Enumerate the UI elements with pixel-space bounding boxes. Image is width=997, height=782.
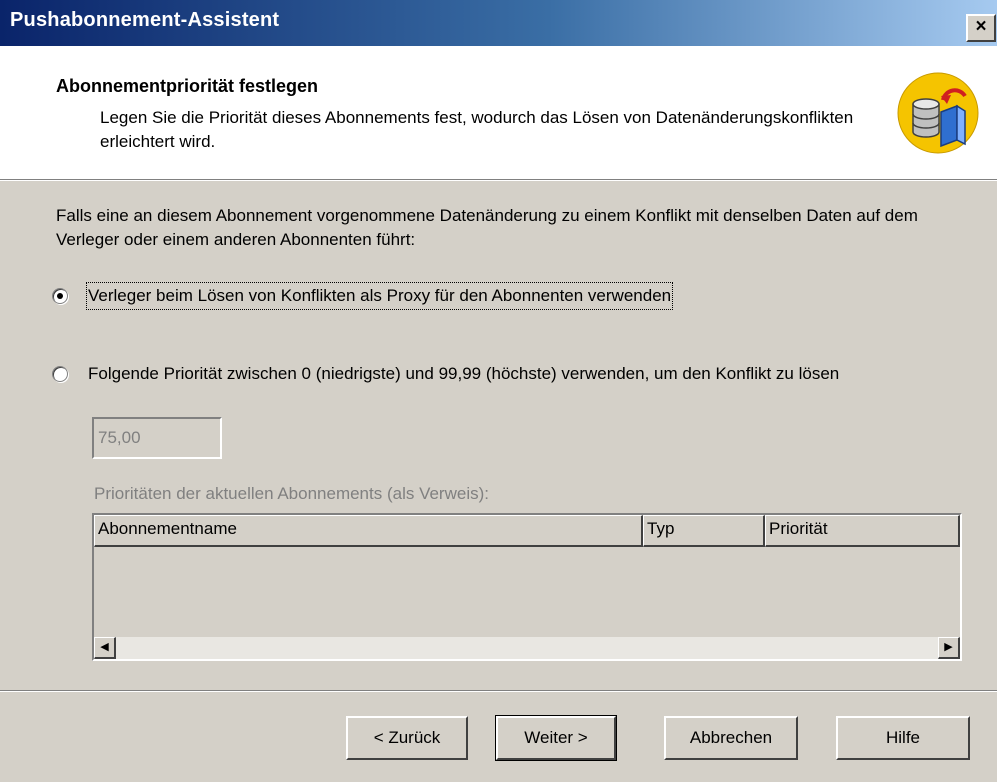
subscription-priority-list[interactable]: Abonnementname Typ Priorität ◀ ▶ (92, 513, 962, 661)
priority-option[interactable]: Folgende Priorität zwischen 0 (niedrigst… (52, 362, 942, 386)
wizard-header: Abonnementpriorität festlegen Legen Sie … (0, 46, 997, 179)
proxy-option-label[interactable]: Verleger beim Lösen von Konflikten als P… (85, 282, 674, 310)
close-button[interactable]: × (966, 14, 996, 42)
scroll-left-button[interactable]: ◀ (94, 637, 116, 659)
proxy-option[interactable]: Verleger beim Lösen von Konflikten als P… (52, 282, 674, 310)
page-title: Abonnementpriorität festlegen (56, 76, 319, 96)
arrow-left-icon: ◀ (100, 641, 109, 653)
radio-dot-icon (57, 293, 63, 299)
priority-input[interactable] (92, 417, 222, 459)
priority-option-label[interactable]: Folgende Priorität zwischen 0 (niedrigst… (88, 362, 938, 386)
column-subscription-name[interactable]: Abonnementname (94, 515, 643, 547)
back-button[interactable]: < Zurück (346, 716, 468, 760)
scroll-right-button[interactable]: ▶ (938, 637, 960, 659)
priority-radio[interactable] (52, 366, 68, 382)
footer-divider (0, 690, 997, 692)
header-divider (0, 179, 997, 181)
list-header: Abonnementname Typ Priorität (94, 515, 960, 547)
help-button[interactable]: Hilfe (836, 716, 970, 760)
page-description: Legen Sie die Priorität dieses Abonnemen… (100, 108, 854, 151)
intro-text: Falls eine an diesem Abonnement vorgenom… (56, 206, 918, 249)
column-type[interactable]: Typ (643, 515, 765, 547)
arrow-right-icon: ▶ (944, 641, 953, 653)
proxy-radio[interactable] (52, 288, 68, 304)
cancel-button[interactable]: Abbrechen (664, 716, 798, 760)
column-priority[interactable]: Priorität (765, 515, 960, 547)
database-merge-icon (897, 72, 979, 154)
title-bar: Pushabonnement-Assistent × (0, 0, 997, 46)
close-icon: × (975, 16, 987, 37)
next-button[interactable]: Weiter > (495, 715, 617, 761)
reference-list-label: Prioritäten der aktuellen Abonnements (a… (94, 484, 489, 503)
window-title: Pushabonnement-Assistent (10, 9, 280, 31)
horizontal-scrollbar[interactable]: ◀ ▶ (94, 637, 960, 659)
